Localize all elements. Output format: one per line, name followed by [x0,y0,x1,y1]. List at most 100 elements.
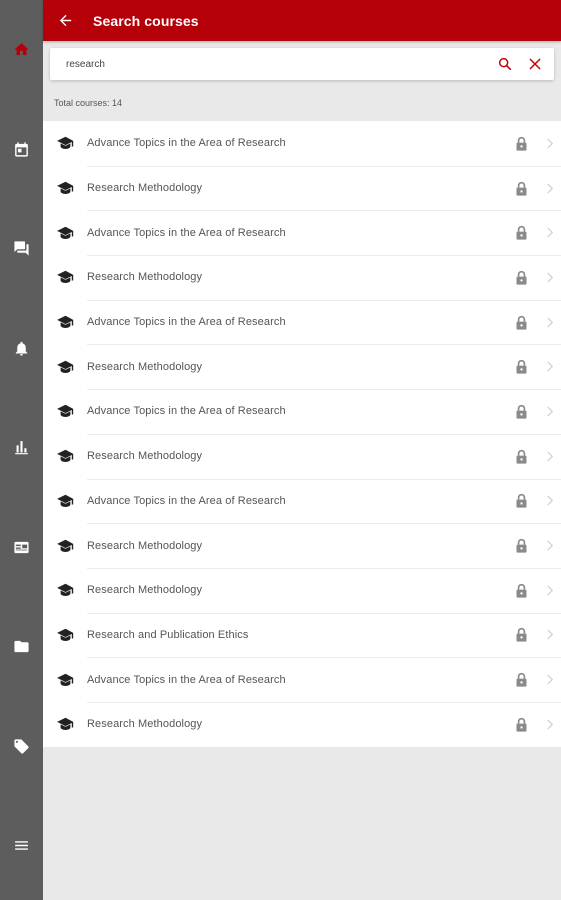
close-icon [529,58,541,70]
page-title: Search courses [93,12,199,29]
rail-files-button[interactable] [0,597,43,697]
lock-icon [516,270,526,285]
chevron-right-icon-wrap [539,629,561,640]
graduation-cap-icon [56,315,73,329]
chevron-right-icon [547,674,554,685]
lock-icon-wrap [509,493,533,508]
back-button[interactable] [43,0,87,41]
chevron-right-icon [547,629,554,640]
chevron-right-icon [547,495,554,506]
rail-tags-button[interactable] [0,697,43,797]
graduation-cap-icon [56,539,73,552]
graduation-cap-icon [56,628,73,641]
forum-icon [14,241,29,256]
course-icon-wrap [43,136,87,150]
search-bar [50,48,554,80]
chevron-right-icon [547,719,554,730]
graduation-cap-icon [56,583,73,597]
rail-forum-button[interactable] [0,199,43,299]
lock-icon [516,538,526,553]
home-icon [14,43,29,56]
chevron-right-icon [547,317,554,328]
course-title: Research Methodology [87,182,203,195]
course-icon-wrap [43,270,87,284]
navigation-rail [0,0,43,900]
course-list-item[interactable]: Research Methodology [43,567,561,613]
course-icon-wrap [43,494,87,508]
course-icon-wrap [43,673,87,687]
course-list-item[interactable]: Advance Topics in the Area of Research [43,389,561,434]
lock-icon [516,360,526,374]
lock-icon [516,673,526,687]
course-title: Research and Publication Ethics [87,628,249,641]
course-list-item[interactable]: Advance Topics in the Area of Research [43,657,561,702]
clear-search-button[interactable] [520,48,550,80]
lock-icon [516,136,526,151]
course-list-item[interactable]: Research Methodology [43,165,561,211]
lock-icon [516,494,526,508]
chevron-right-icon [547,451,554,462]
graduation-cap-icon [56,405,73,418]
course-icon-wrap [43,315,87,329]
course-list-item[interactable]: Research Methodology [43,523,561,568]
course-list-item[interactable]: Advance Topics in the Area of Research [43,210,561,255]
course-title: Advance Topics in the Area of Research [87,673,286,686]
rail-home-button[interactable] [0,0,43,100]
course-list-item[interactable]: Research Methodology [43,433,561,479]
course-list-item[interactable]: Research Methodology [43,344,561,389]
course-list-item[interactable]: Advance Topics in the Area of Research [43,121,561,166]
lock-icon-wrap [509,270,533,285]
lock-icon-wrap [509,315,533,330]
course-list-item[interactable]: Advance Topics in the Area of Research [43,478,561,524]
course-title: Advance Topics in the Area of Research [87,316,286,329]
graduation-cap-icon [56,181,73,194]
chevron-right-icon-wrap [539,227,561,238]
lock-icon [516,628,526,642]
course-list-item[interactable]: Advance Topics in the Area of Research [43,299,561,345]
chevron-right-icon-wrap [539,674,561,685]
course-title: Advance Topics in the Area of Research [87,226,286,239]
course-icon-wrap [43,360,87,374]
rail-menu-button[interactable] [0,796,43,896]
calendar-icon [15,142,28,157]
lock-icon-wrap [509,404,533,419]
arrow-back-icon [59,14,71,27]
graduation-cap-icon [56,271,73,284]
id-card-icon [14,541,29,553]
course-list-item[interactable]: Research and Publication Ethics [43,612,561,658]
course-list-item[interactable]: Research Methodology [43,255,561,300]
course-title: Research Methodology [87,450,203,463]
chevron-right-icon-wrap [539,361,561,372]
course-icon-wrap [43,628,87,642]
chevron-right-icon-wrap [539,406,561,417]
bar-chart-icon [15,441,28,455]
rail-reports-button[interactable] [0,398,43,498]
rail-notifications-button[interactable] [0,299,43,399]
lock-icon [516,583,526,598]
course-list-item[interactable]: Research Methodology [43,701,561,747]
course-title: Advance Topics in the Area of Research [87,494,286,507]
lock-icon-wrap [509,583,533,598]
course-icon-wrap [43,717,87,731]
chevron-right-icon [547,361,554,372]
course-icon-wrap [43,226,87,240]
lock-icon [516,717,526,732]
course-title: Research Methodology [87,539,203,552]
lock-icon [516,449,526,464]
lock-icon-wrap [509,449,533,464]
course-icon-wrap [43,583,87,597]
course-icon-wrap [43,449,87,463]
chevron-right-icon-wrap [539,451,561,462]
rail-id-card-button[interactable] [0,498,43,598]
lock-icon-wrap [509,538,533,553]
chevron-right-icon [547,183,554,194]
rail-calendar-button[interactable] [0,100,43,200]
bell-icon [15,341,28,356]
graduation-cap-icon [56,137,73,150]
tag-icon [14,739,29,754]
course-title: Research Methodology [87,718,203,731]
search-button[interactable] [490,48,520,80]
course-icon-wrap [43,181,87,195]
course-title: Advance Topics in the Area of Research [87,137,286,150]
search-input[interactable] [50,48,490,80]
